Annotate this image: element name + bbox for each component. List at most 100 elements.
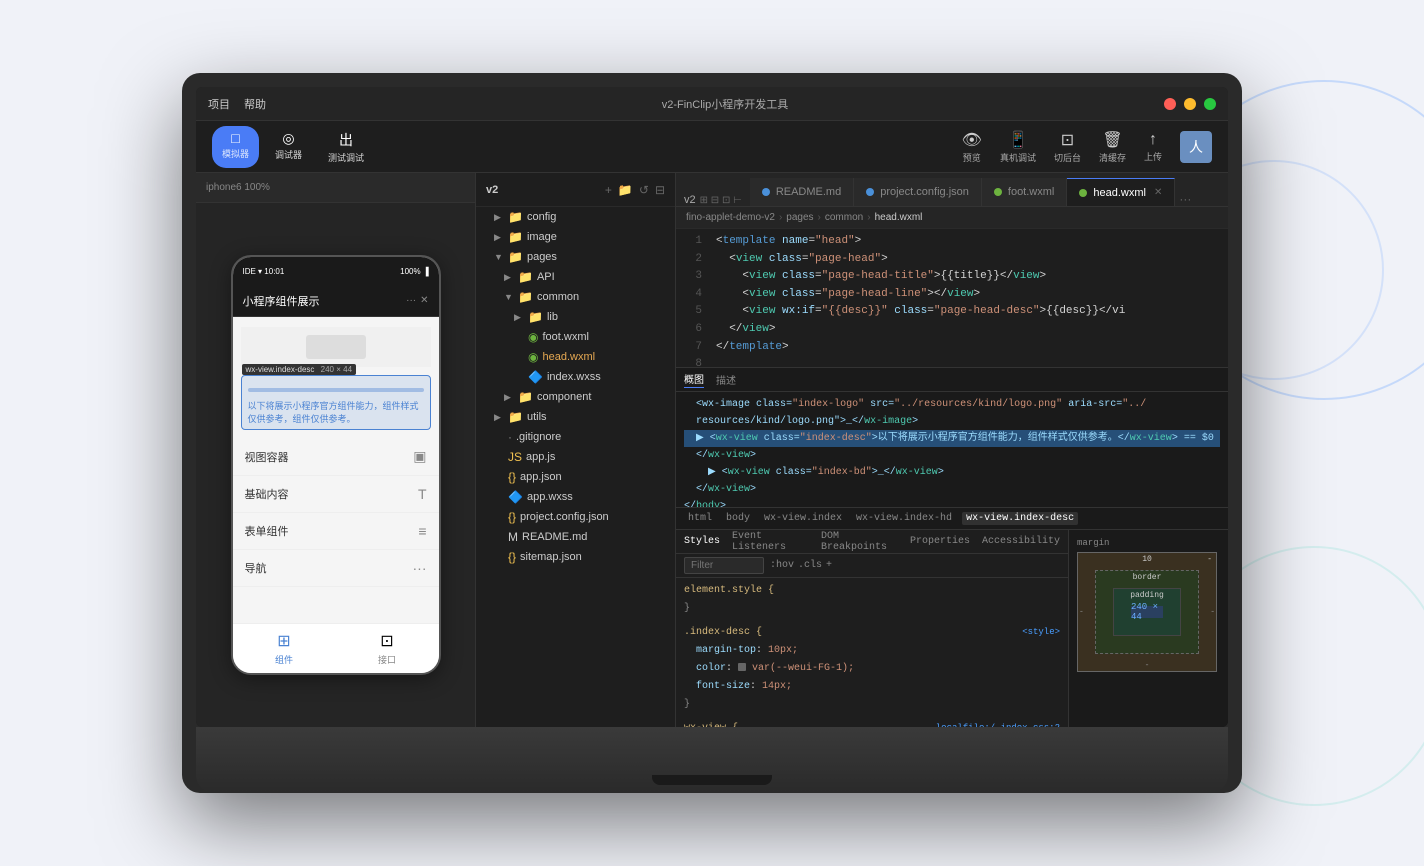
tree-item-pages[interactable]: ▼ 📁 pages	[476, 247, 675, 267]
phone-mockup: IDE ▾ 10:01 100% ▐ 小程序组件展示 ··· ✕	[231, 255, 441, 675]
upload-action[interactable]: ↑ 上传	[1144, 131, 1162, 163]
styles-tab-properties[interactable]: Properties	[910, 536, 970, 547]
simulator-btn[interactable]: □ 模拟器	[212, 126, 259, 168]
phone-nav-0[interactable]: ⊞ 组件	[275, 631, 293, 666]
simulator-content: IDE ▾ 10:01 100% ▐ 小程序组件展示 ··· ✕	[196, 203, 475, 727]
phone-section-0[interactable]: 视图容器 ▣	[233, 438, 439, 476]
tree-item-label: app.json	[520, 471, 562, 483]
phone-more-icon[interactable]: ···	[406, 295, 416, 306]
wxss-icon: 🔷	[508, 490, 523, 504]
tree-item-label: API	[537, 271, 555, 283]
main-content: iphone6 100% IDE ▾ 10:01 100% ▐ 小程序组件展示	[196, 173, 1228, 727]
styles-filter-cls[interactable]: .cls	[798, 560, 822, 571]
bc-item-2[interactable]: common	[825, 212, 863, 223]
phone-title-bar: 小程序组件展示 ··· ✕	[233, 285, 439, 317]
bc-item-1[interactable]: pages	[786, 212, 813, 223]
devtools-tab-desc[interactable]: 描述	[716, 372, 736, 388]
css-link-2[interactable]: localfile:/.index.css:2	[936, 720, 1060, 727]
tree-item-api[interactable]: ▶ 📁 API	[476, 267, 675, 287]
tree-item-lib[interactable]: ▶ 📁 lib	[476, 307, 675, 327]
tab-foot-wxml[interactable]: foot.wxml	[982, 178, 1067, 206]
window-maximize-btn[interactable]	[1204, 98, 1216, 110]
tree-item-sitemap[interactable]: ▶ {} sitemap.json	[476, 547, 675, 567]
css-link-1[interactable]: <style>	[1022, 624, 1060, 640]
styles-filter-add[interactable]: +	[826, 560, 832, 571]
filetree-refresh-icon[interactable]: ↺	[639, 183, 649, 197]
el-sel-body[interactable]: body	[722, 512, 754, 525]
window-close-btn[interactable]	[1164, 98, 1176, 110]
bm-margin-top-val: 10	[1142, 555, 1152, 564]
tree-item-appjson[interactable]: ▶ {} app.json	[476, 467, 675, 487]
tree-item-utils[interactable]: ▶ 📁 utils	[476, 407, 675, 427]
devtools-element-tabs: 概图 描述	[676, 368, 1228, 392]
el-sel-html[interactable]: html	[684, 512, 716, 525]
filetree-new-folder-icon[interactable]: 📁	[618, 183, 633, 197]
tab-head-wxml[interactable]: head.wxml ✕	[1067, 178, 1175, 206]
tab-readme[interactable]: README.md	[750, 178, 854, 206]
menu-help[interactable]: 帮助	[244, 96, 266, 112]
arrow-icon: ▶	[514, 312, 524, 323]
tree-item-appjs[interactable]: ▶ JS app.js	[476, 447, 675, 467]
folder-icon: 📁	[518, 390, 533, 404]
tree-item-appwxss[interactable]: ▶ 🔷 app.wxss	[476, 487, 675, 507]
el-sel-wx-view-index-desc[interactable]: wx-view.index-desc	[962, 512, 1078, 525]
filetree-collapse-icon[interactable]: ⊟	[655, 183, 665, 197]
user-avatar[interactable]: 人	[1180, 131, 1212, 163]
bm-right-dash: -	[1210, 608, 1215, 617]
tree-item-foot-wxml[interactable]: ▶ ◉ foot.wxml	[476, 327, 675, 347]
tab-more-btn[interactable]: ···	[1175, 192, 1195, 206]
test-btn[interactable]: 出 测试调试	[318, 126, 374, 168]
tree-item-common[interactable]: ▼ 📁 common	[476, 287, 675, 307]
clear-cache-icon: 🗑	[1102, 130, 1122, 150]
code-line-3: <view class="page-head-title">{{title}}<…	[716, 268, 1220, 286]
json-icon: {}	[508, 470, 516, 484]
styles-filter-input[interactable]	[684, 557, 764, 574]
tree-item-readme[interactable]: ▶ M README.md	[476, 527, 675, 547]
phone-status-right: 100% ▐	[400, 267, 428, 276]
tree-item-config[interactable]: ▶ 📁 config	[476, 207, 675, 227]
bc-item-0[interactable]: fino-applet-demo-v2	[686, 212, 775, 223]
section-icon-2: ≡	[418, 523, 426, 539]
tree-item-image[interactable]: ▶ 📁 image	[476, 227, 675, 247]
css-selector-1: .index-desc {	[684, 627, 762, 638]
bm-content-val: 240 × 44	[1131, 602, 1163, 622]
phone-section-1[interactable]: 基础内容 T	[233, 476, 439, 513]
cut-backend-label: 切后台	[1054, 151, 1081, 164]
clear-cache-action[interactable]: 🗑 清缓存	[1099, 130, 1126, 164]
tree-item-gitignore[interactable]: ▶ · .gitignore	[476, 427, 675, 447]
styles-tab-event-listeners[interactable]: Event Listeners	[732, 531, 809, 553]
phone-section-3[interactable]: 导航 ···	[233, 550, 439, 587]
styles-tab-accessibility[interactable]: Accessibility	[982, 536, 1060, 547]
debugger-btn[interactable]: ◎ 调试器	[265, 126, 312, 168]
cut-backend-action[interactable]: ⊡ 切后台	[1054, 130, 1081, 164]
tree-item-index-wxss[interactable]: ▶ 🔷 index.wxss	[476, 367, 675, 387]
tab-close-icon[interactable]: ✕	[1154, 187, 1162, 198]
devtools-tab-overview[interactable]: 概图	[684, 371, 704, 388]
tree-item-component[interactable]: ▶ 📁 component	[476, 387, 675, 407]
toolbar-mode-buttons: □ 模拟器 ◎ 调试器 出 测试调试	[212, 126, 374, 168]
el-sel-wx-view-index-hd[interactable]: wx-view.index-hd	[852, 512, 956, 525]
filetree-action-icons: + 📁 ↺ ⊟	[605, 183, 665, 197]
real-machine-action[interactable]: 📱 真机调试	[1000, 130, 1036, 164]
window-minimize-btn[interactable]	[1184, 98, 1196, 110]
menu-project[interactable]: 项目	[208, 96, 230, 112]
styles-filter-hov[interactable]: :hov	[770, 560, 794, 571]
styles-tab-dom-breakpoints[interactable]: DOM Breakpoints	[821, 531, 898, 553]
tree-item-head-wxml[interactable]: ▶ ◉ head.wxml	[476, 347, 675, 367]
tab-project-config[interactable]: project.config.json	[854, 178, 982, 206]
wxml-icon: ◉	[528, 330, 538, 344]
code-line-1: <template name="head">	[716, 233, 1220, 251]
titlebar: 项目 帮助 v2-FinClip小程序开发工具	[196, 87, 1228, 121]
simulator-header: iphone6 100%	[196, 173, 475, 203]
styles-tab-styles[interactable]: Styles	[684, 536, 720, 547]
phone-section-2[interactable]: 表单组件 ≡	[233, 513, 439, 550]
phone-nav-1[interactable]: ⊡ 接口	[378, 631, 396, 666]
filetree-new-file-icon[interactable]: +	[605, 183, 612, 197]
bc-item-3[interactable]: head.wxml	[875, 212, 923, 223]
el-sel-wx-view-index[interactable]: wx-view.index	[760, 512, 846, 525]
tree-item-project-config[interactable]: ▶ {} project.config.json	[476, 507, 675, 527]
css-selector-0: element.style {	[684, 585, 774, 596]
phone-close-icon[interactable]: ✕	[420, 295, 428, 306]
preview-action[interactable]: 👁 预览	[962, 130, 982, 164]
tree-item-label: component	[537, 391, 591, 403]
